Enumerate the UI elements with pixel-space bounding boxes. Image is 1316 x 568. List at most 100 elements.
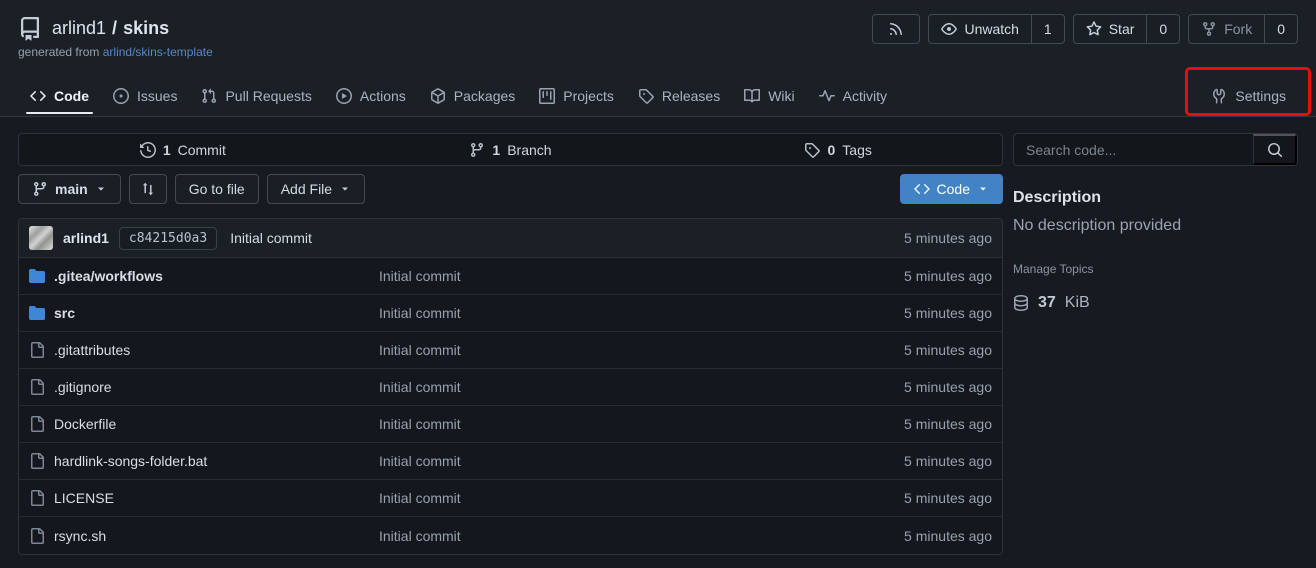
tab-label: Pull Requests xyxy=(225,88,311,104)
branches-label: Branch xyxy=(507,142,551,158)
tab-label: Code xyxy=(54,88,89,104)
tools-icon xyxy=(1211,88,1227,104)
tab-activity[interactable]: Activity xyxy=(807,76,899,116)
fork-button[interactable]: Fork xyxy=(1189,15,1264,43)
file-name-cell: .gitattributes xyxy=(29,342,379,358)
file-name-link[interactable]: .gitattributes xyxy=(54,342,130,358)
tab-label: Settings xyxy=(1235,88,1286,104)
star-button[interactable]: Star xyxy=(1074,15,1147,43)
file-commit-message-link[interactable]: Initial commit xyxy=(379,379,461,395)
compare-icon xyxy=(140,181,156,197)
commit-hash-link[interactable]: c84215d0a3 xyxy=(119,227,217,250)
file-commit-time: 5 minutes ago xyxy=(832,528,992,544)
compare-button[interactable] xyxy=(129,174,167,204)
repo-stats-bar: 1 Commit 1 Branch 0 Tags xyxy=(18,133,1003,166)
branch-selector[interactable]: main xyxy=(18,174,121,204)
tab-settings[interactable]: Settings xyxy=(1199,76,1298,116)
generated-from-label: generated from xyxy=(18,45,99,59)
commit-message-link[interactable]: Initial commit xyxy=(230,230,312,246)
file-commit-time: 5 minutes ago xyxy=(832,268,992,284)
file-row: .gitattributes Initial commit 5 minutes … xyxy=(19,332,1002,369)
play-icon xyxy=(336,88,352,104)
tab-wiki[interactable]: Wiki xyxy=(732,76,806,116)
search-input[interactable] xyxy=(1014,134,1253,165)
file-name-link[interactable]: Dockerfile xyxy=(54,416,116,432)
file-commit-message-link[interactable]: Initial commit xyxy=(379,268,461,284)
tab-issues[interactable]: Issues xyxy=(101,76,189,116)
repo-book-icon xyxy=(18,17,42,41)
tab-packages[interactable]: Packages xyxy=(418,76,527,116)
forks-count[interactable]: 0 xyxy=(1264,15,1297,43)
add-file-label: Add File xyxy=(281,181,332,197)
folder-icon xyxy=(29,268,45,284)
file-commit-message-cell: Initial commit xyxy=(379,268,832,284)
commit-author-link[interactable]: arlind1 xyxy=(63,230,109,246)
code-icon xyxy=(30,88,46,104)
code-download-button[interactable]: Code xyxy=(900,174,1003,204)
file-commit-time: 5 minutes ago xyxy=(832,342,992,358)
file-icon xyxy=(29,416,45,432)
tab-pull-requests[interactable]: Pull Requests xyxy=(189,76,323,116)
unwatch-label: Unwatch xyxy=(964,21,1018,37)
code-icon xyxy=(914,181,930,197)
file-commit-message-link[interactable]: Initial commit xyxy=(379,453,461,469)
tab-releases[interactable]: Releases xyxy=(626,76,732,116)
file-row: hardlink-songs-folder.bat Initial commit… xyxy=(19,443,1002,480)
pulse-icon xyxy=(819,88,835,104)
project-icon xyxy=(539,88,555,104)
go-to-file-label: Go to file xyxy=(189,181,245,197)
file-name-link[interactable]: .gitignore xyxy=(54,379,112,395)
repo-size-unit: KiB xyxy=(1065,294,1090,312)
rss-button[interactable] xyxy=(872,14,920,44)
file-commit-time: 5 minutes ago xyxy=(832,379,992,395)
tab-projects[interactable]: Projects xyxy=(527,76,626,116)
description-text: No description provided xyxy=(1013,217,1298,235)
add-file-button[interactable]: Add File xyxy=(267,174,365,204)
stars-count[interactable]: 0 xyxy=(1146,15,1179,43)
file-list: .gitea/workflows Initial commit 5 minute… xyxy=(19,258,1002,554)
current-branch-label: main xyxy=(55,181,88,197)
unwatch-button[interactable]: Unwatch xyxy=(929,15,1030,43)
repo-name-link[interactable]: skins xyxy=(123,18,169,39)
tags-count: 0 xyxy=(827,142,835,158)
manage-topics-link[interactable]: Manage Topics xyxy=(1013,262,1094,276)
template-repo-link[interactable]: arlind/skins-template xyxy=(103,45,213,59)
commits-stat[interactable]: 1 Commit xyxy=(19,134,347,165)
chevron-down-icon xyxy=(977,183,989,195)
file-name-link[interactable]: hardlink-songs-folder.bat xyxy=(54,453,207,469)
tab-actions[interactable]: Actions xyxy=(324,76,418,116)
database-icon xyxy=(1013,295,1029,311)
tab-label: Projects xyxy=(563,88,614,104)
chevron-down-icon xyxy=(95,183,107,195)
file-commit-message-link[interactable]: Initial commit xyxy=(379,490,461,506)
repo-owner-link[interactable]: arlind1 xyxy=(52,18,106,39)
main-content: 1 Commit 1 Branch 0 Tags main xyxy=(0,117,1316,555)
file-commit-message-link[interactable]: Initial commit xyxy=(379,416,461,432)
fork-button-group: Fork 0 xyxy=(1188,14,1298,44)
commit-author-avatar[interactable] xyxy=(29,226,53,250)
file-commit-message-link[interactable]: Initial commit xyxy=(379,305,461,321)
file-name-link[interactable]: rsync.sh xyxy=(54,528,106,544)
go-to-file-button[interactable]: Go to file xyxy=(175,174,259,204)
tags-stat[interactable]: 0 Tags xyxy=(674,134,1002,165)
file-commit-message-cell: Initial commit xyxy=(379,305,832,321)
file-name-link[interactable]: LICENSE xyxy=(54,490,114,506)
file-commit-message-cell: Initial commit xyxy=(379,528,832,544)
watchers-count[interactable]: 1 xyxy=(1031,15,1064,43)
history-icon xyxy=(140,142,156,158)
branches-count: 1 xyxy=(492,142,500,158)
file-commit-message-link[interactable]: Initial commit xyxy=(379,528,461,544)
file-name-link[interactable]: .gitea/workflows xyxy=(54,268,163,284)
file-name-cell: hardlink-songs-folder.bat xyxy=(29,453,379,469)
file-icon xyxy=(29,453,45,469)
search-button[interactable] xyxy=(1253,134,1297,165)
eye-icon xyxy=(941,21,957,37)
book-icon xyxy=(744,88,760,104)
tab-code[interactable]: Code xyxy=(18,76,101,116)
file-name-link[interactable]: src xyxy=(54,305,75,321)
file-commit-message-link[interactable]: Initial commit xyxy=(379,342,461,358)
tab-label: Wiki xyxy=(768,88,794,104)
file-row: rsync.sh Initial commit 5 minutes ago xyxy=(19,517,1002,554)
branches-stat[interactable]: 1 Branch xyxy=(347,134,675,165)
fork-icon xyxy=(1201,21,1217,37)
